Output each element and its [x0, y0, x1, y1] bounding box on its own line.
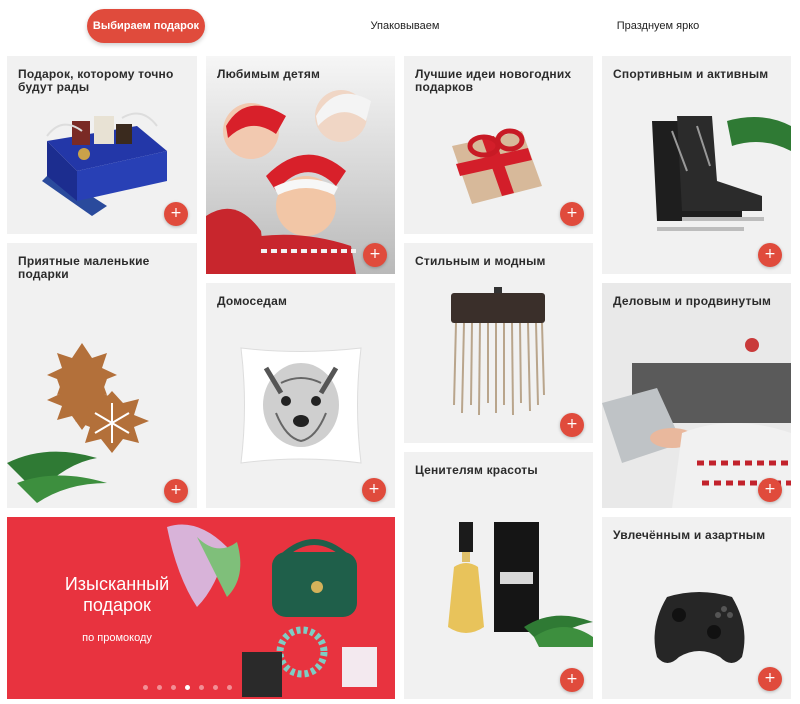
card-title: Любимым детям [217, 67, 321, 81]
card-gift-box[interactable]: Подарок, которому точно будут рады + [7, 56, 197, 234]
tab-choose-gift[interactable]: Выбираем подарок [87, 9, 205, 43]
open-category-button[interactable]: + [164, 479, 188, 503]
open-category-button[interactable]: + [560, 413, 584, 437]
open-category-button[interactable]: + [758, 478, 782, 502]
open-category-button[interactable]: + [560, 668, 584, 692]
card-small-gifts[interactable]: Приятные маленькие подарки + [7, 243, 197, 508]
card-title: Лучшие идеи новогодних подарков [415, 67, 572, 94]
pillow-image [240, 347, 362, 464]
card-title: Приятные маленькие подарки [18, 254, 150, 281]
open-category-button[interactable]: + [164, 202, 188, 226]
card-kids[interactable]: Любимым детям + [206, 56, 395, 274]
card-title: Увлечённым и азартным [613, 528, 766, 542]
slider-dot[interactable] [213, 685, 218, 690]
wrapped-gift-image [452, 128, 542, 204]
slider-dot[interactable] [199, 685, 204, 690]
card-title: Деловым и продвинутым [613, 294, 772, 308]
card-sport[interactable]: Спортивным и активным + [602, 56, 791, 274]
clutch-bag-image [451, 287, 545, 416]
promo-title: Изысканный подарок [64, 574, 170, 615]
open-category-button[interactable]: + [362, 478, 386, 502]
card-title: Ценителям красоты [415, 463, 538, 477]
card-title: Стильным и модным [415, 254, 546, 268]
slider-dot[interactable] [143, 685, 148, 690]
card-title: Спортивным и активным [613, 67, 769, 81]
open-category-button[interactable]: + [363, 243, 387, 267]
gift-box-image [42, 112, 167, 216]
tab-celebrate[interactable]: Празднуем ярко [598, 9, 718, 43]
laptop-photo [602, 283, 791, 508]
open-category-button[interactable]: + [758, 243, 782, 267]
open-category-button[interactable]: + [758, 667, 782, 691]
card-new-year-ideas[interactable]: Лучшие идеи новогодних подарков + [404, 56, 593, 234]
slider-dots [143, 685, 232, 690]
card-homebody[interactable]: Домоседам + [206, 283, 395, 508]
slider-dot[interactable] [171, 685, 176, 690]
perfume-image [448, 522, 593, 647]
card-gamers[interactable]: Увлечённым и азартным + [602, 517, 791, 699]
slider-dot-active[interactable] [185, 685, 190, 690]
promo-banner[interactable]: Изысканный подарок по промокоду [7, 517, 395, 699]
slider-dot[interactable] [157, 685, 162, 690]
category-tabs: Выбираем подарок Упаковываем Празднуем я… [0, 0, 800, 52]
card-title: Подарок, которому точно будут рады [18, 67, 174, 94]
gingerbread-image [7, 343, 149, 503]
card-title: Домоседам [217, 294, 288, 308]
card-beauty[interactable]: Ценителям красоты + [404, 452, 593, 699]
gamepad-image [654, 592, 745, 663]
kids-photo [206, 56, 395, 274]
card-stylish[interactable]: Стильным и модным + [404, 243, 593, 443]
open-category-button[interactable]: + [560, 202, 584, 226]
slider-dot[interactable] [227, 685, 232, 690]
skates-image [652, 116, 791, 231]
promo-subtitle: по промокоду [82, 632, 152, 644]
tab-wrap[interactable]: Упаковываем [350, 9, 460, 43]
card-business[interactable]: Деловым и продвинутым + [602, 283, 791, 508]
